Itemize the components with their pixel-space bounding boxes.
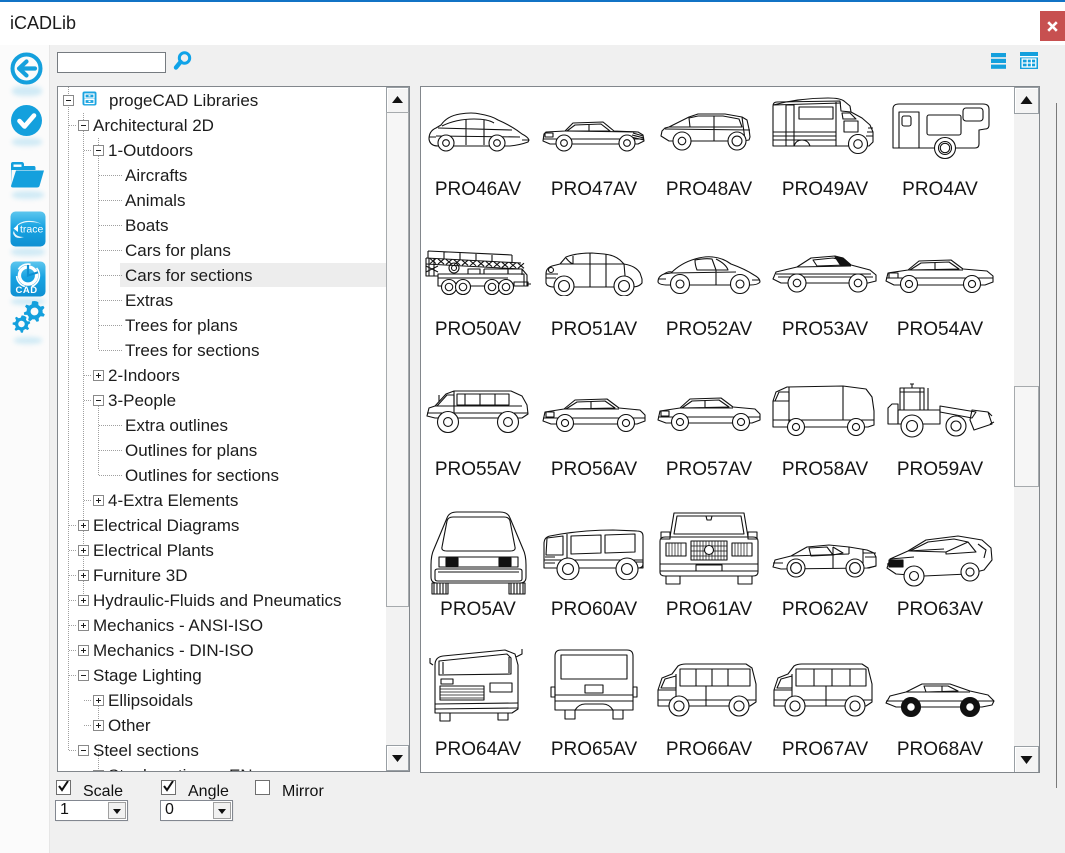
svg-text:CAD: CAD (16, 285, 38, 296)
svg-text:trace: trace (20, 224, 44, 236)
